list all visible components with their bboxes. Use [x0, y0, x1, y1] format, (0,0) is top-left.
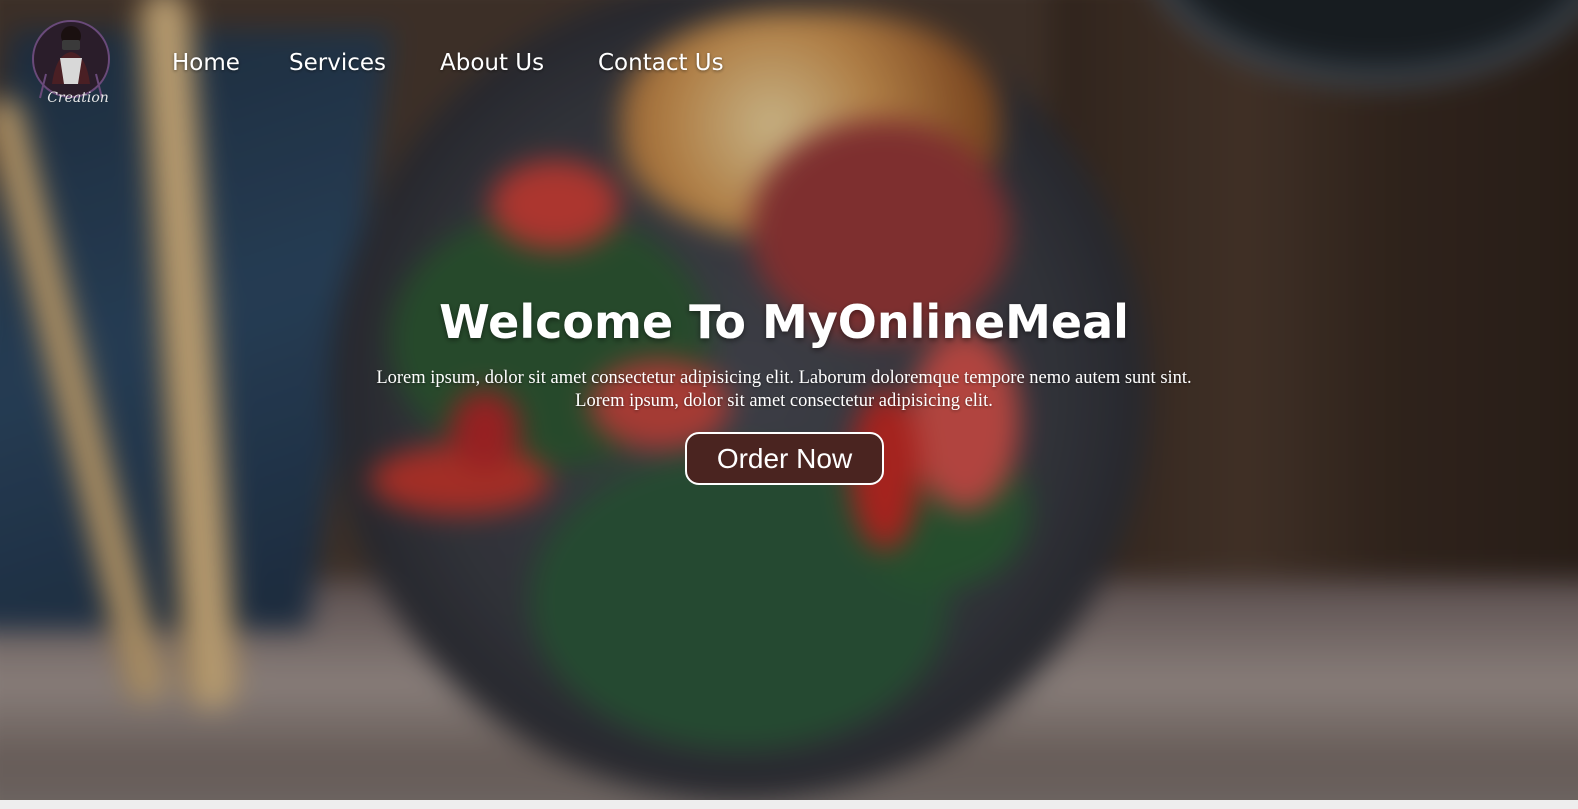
hero-description-line-2: Lorem ipsum, dolor sit amet consectetur … — [575, 391, 993, 411]
nav-services-link[interactable]: Services — [289, 46, 386, 80]
order-now-button[interactable]: Order Now — [685, 432, 884, 485]
hero-description: Lorem ipsum, dolor sit amet consectetur … — [284, 367, 1284, 413]
top-navigation: Creation Home Services About Us Contact … — [0, 0, 1578, 130]
nav-home-link[interactable]: Home — [172, 46, 240, 80]
hero-title: Welcome To MyOnlineMeal — [439, 295, 1129, 349]
hero-description-line-1: Lorem ipsum, dolor sit amet consectetur … — [376, 368, 1192, 388]
page-bottom-strip — [0, 800, 1578, 809]
logo[interactable]: Creation — [26, 14, 116, 106]
hero-section: Creation Home Services About Us Contact … — [0, 0, 1578, 800]
svg-text:Creation: Creation — [47, 90, 109, 104]
nav-about-us-link[interactable]: About Us — [440, 46, 544, 80]
photographer-logo-icon: Creation — [32, 20, 110, 106]
nav-contact-us-link[interactable]: Contact Us — [598, 46, 724, 80]
